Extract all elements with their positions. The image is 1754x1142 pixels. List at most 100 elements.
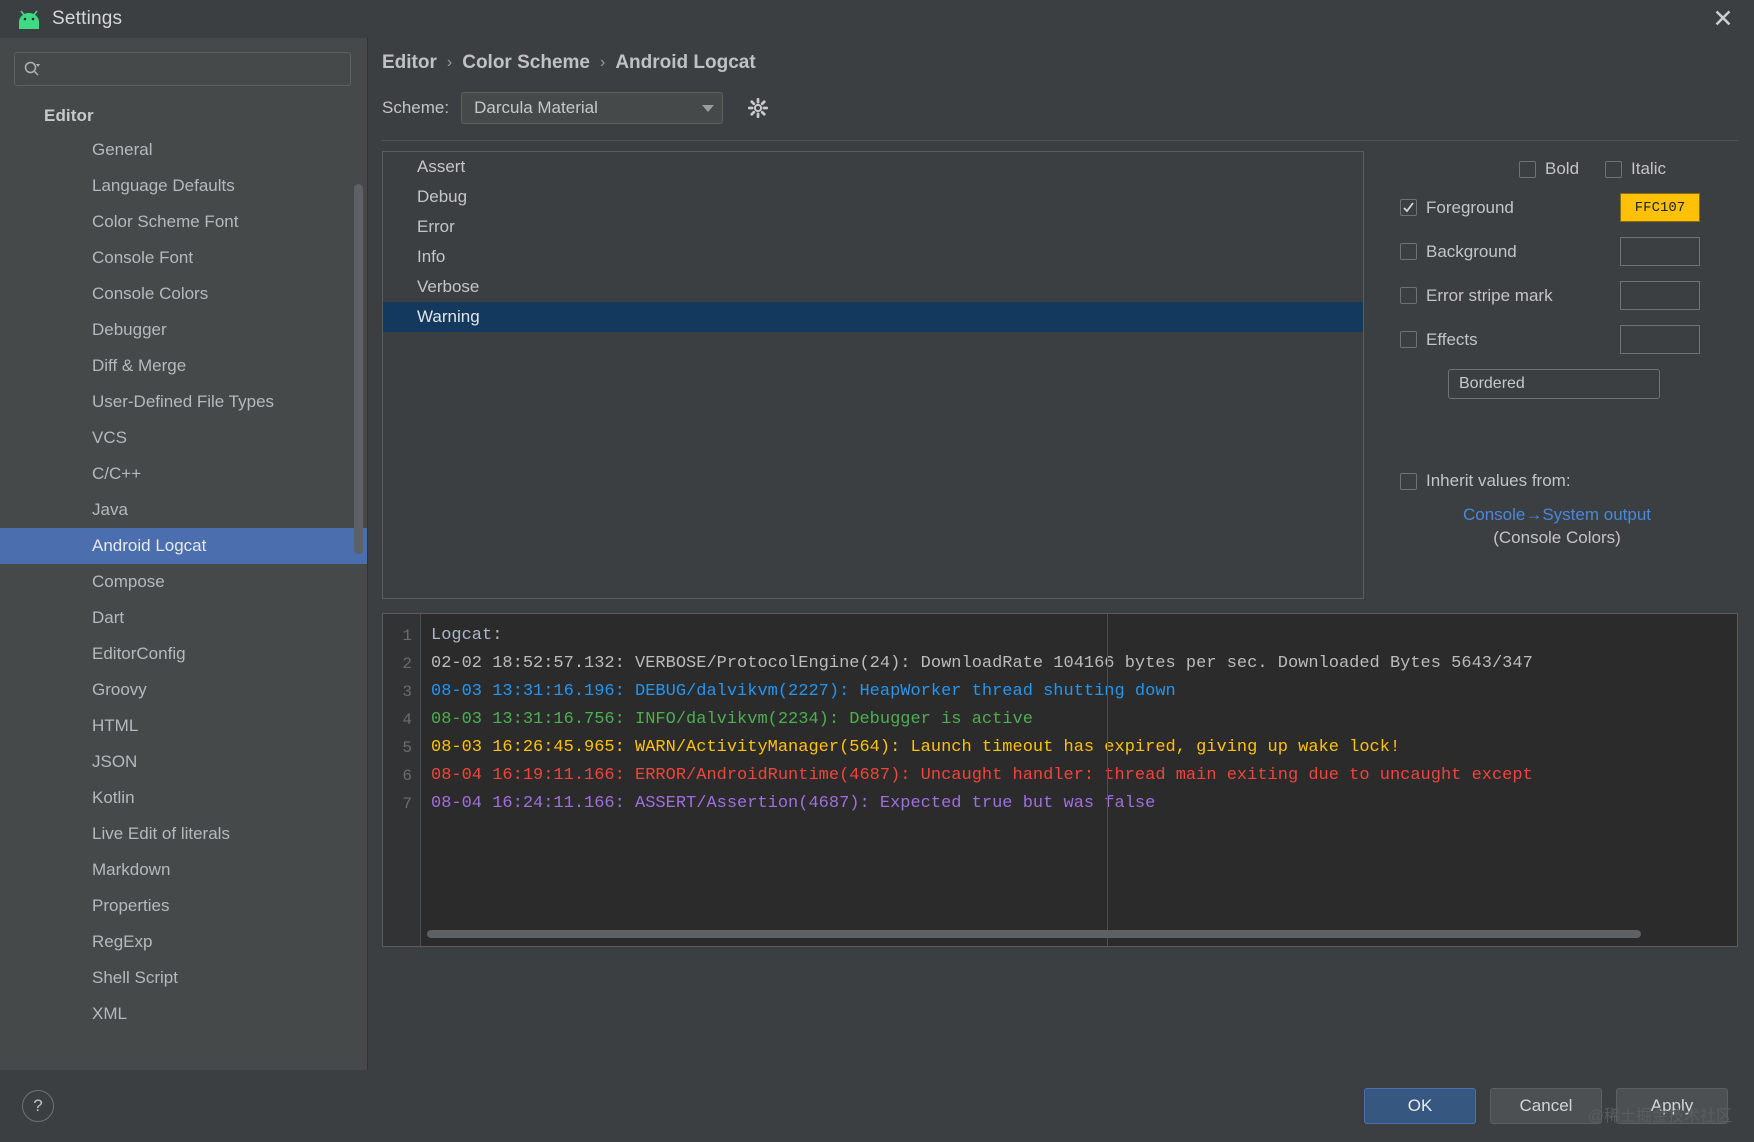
effects-type-wrap: Bordered — [1378, 369, 1716, 399]
effects-checkbox[interactable] — [1400, 331, 1417, 348]
error-stripe-checkbox[interactable] — [1400, 287, 1417, 304]
foreground-checkbox[interactable] — [1400, 199, 1417, 216]
title-bar: Settings ✕ — [0, 0, 1754, 38]
sidebar-item-general[interactable]: General — [0, 132, 367, 168]
inherit-checkbox[interactable] — [1400, 473, 1417, 490]
window-title: Settings — [52, 8, 122, 30]
line-number: 1 — [402, 622, 420, 650]
sidebar-item-dart[interactable]: Dart — [0, 600, 367, 636]
effects-label: Effects — [1426, 330, 1478, 350]
settings-window: Settings ✕ Editor GeneralLanguage Defaul… — [0, 0, 1754, 1142]
attributes-list[interactable]: AssertDebugErrorInfoVerboseWarning — [382, 151, 1364, 599]
effects-row: Effects — [1400, 330, 1606, 350]
attribute-item-warning[interactable]: Warning — [383, 302, 1363, 332]
line-number: 5 — [402, 734, 420, 762]
sidebar-item-console-font[interactable]: Console Font — [0, 240, 367, 276]
italic-label: Italic — [1631, 159, 1666, 179]
preview-line: 02-02 18:52:57.132: VERBOSE/ProtocolEngi… — [431, 650, 1737, 678]
error-stripe-row: Error stripe mark — [1400, 286, 1606, 306]
attribute-item-assert[interactable]: Assert — [383, 152, 1363, 182]
search-input[interactable] — [45, 61, 342, 77]
sidebar-item-xml[interactable]: XML — [0, 996, 367, 1032]
sidebar-item-java[interactable]: Java — [0, 492, 367, 528]
sidebar-item-compose[interactable]: Compose — [0, 564, 367, 600]
sidebar-item-diff-merge[interactable]: Diff & Merge — [0, 348, 367, 384]
background-checkbox[interactable] — [1400, 243, 1417, 260]
effects-type-dropdown[interactable]: Bordered — [1448, 369, 1660, 399]
sidebar-item-debugger[interactable]: Debugger — [0, 312, 367, 348]
sidebar-item-color-scheme-font[interactable]: Color Scheme Font — [0, 204, 367, 240]
scheme-value: Darcula Material — [474, 98, 598, 118]
cancel-button[interactable]: Cancel — [1490, 1088, 1602, 1124]
footer-bar: ? OK Cancel Apply @稀土掘金技术社区 — [0, 1070, 1754, 1142]
chevron-right-icon-1: › — [600, 54, 605, 72]
ok-button[interactable]: OK — [1364, 1088, 1476, 1124]
bold-label: Bold — [1545, 159, 1579, 179]
inherit-source-subtitle: (Console Colors) — [1398, 528, 1716, 548]
gear-icon[interactable] — [745, 95, 771, 121]
sidebar-item-live-edit-of-literals[interactable]: Live Edit of literals — [0, 816, 367, 852]
breadcrumb-item-0[interactable]: Editor — [382, 52, 437, 74]
sidebar-item-regexp[interactable]: RegExp — [0, 924, 367, 960]
background-row: Background — [1400, 242, 1606, 262]
inherit-source-link[interactable]: Console→System output — [1398, 505, 1716, 525]
sidebar-item-user-defined-file-types[interactable]: User-Defined File Types — [0, 384, 367, 420]
attributes-panel: Bold Italic — [1364, 151, 1738, 599]
chevron-right-icon-0: › — [447, 54, 452, 72]
sidebar: Editor GeneralLanguage DefaultsColor Sch… — [0, 38, 368, 1070]
scheme-row: Scheme: Darcula Material — [368, 74, 1754, 124]
sidebar-scrollbar[interactable] — [354, 184, 363, 554]
foreground-label: Foreground — [1426, 198, 1514, 218]
bold-checkbox[interactable] — [1519, 161, 1536, 178]
sidebar-item-html[interactable]: HTML — [0, 708, 367, 744]
attribute-item-error[interactable]: Error — [383, 212, 1363, 242]
preview-line: Logcat: — [431, 622, 1737, 650]
error-stripe-color-swatch[interactable] — [1620, 281, 1700, 310]
attribute-item-verbose[interactable]: Verbose — [383, 272, 1363, 302]
search-box[interactable] — [14, 52, 351, 86]
attribute-item-info[interactable]: Info — [383, 242, 1363, 272]
scheme-label: Scheme: — [382, 98, 449, 118]
help-icon[interactable]: ? — [22, 1090, 54, 1122]
background-color-swatch[interactable] — [1620, 237, 1700, 266]
foreground-color-swatch[interactable]: FFC107 — [1620, 193, 1700, 222]
sidebar-item-shell-script[interactable]: Shell Script — [0, 960, 367, 996]
line-number: 6 — [402, 762, 420, 790]
settings-tree: Editor GeneralLanguage DefaultsColor Sch… — [0, 96, 367, 1070]
attribute-item-debug[interactable]: Debug — [383, 182, 1363, 212]
sidebar-item-markdown[interactable]: Markdown — [0, 852, 367, 888]
error-stripe-label: Error stripe mark — [1426, 286, 1553, 306]
scheme-dropdown[interactable]: Darcula Material — [461, 92, 723, 124]
apply-button[interactable]: Apply — [1616, 1088, 1728, 1124]
background-label: Background — [1426, 242, 1517, 262]
sidebar-item-android-logcat[interactable]: Android Logcat — [0, 528, 367, 564]
sidebar-item-c-c[interactable]: C/C++ — [0, 456, 367, 492]
line-number: 7 — [402, 790, 420, 818]
breadcrumb-item-2: Android Logcat — [615, 52, 755, 74]
effects-color-swatch[interactable] — [1620, 325, 1700, 354]
footer-buttons: OK Cancel Apply — [1364, 1088, 1728, 1124]
sidebar-item-properties[interactable]: Properties — [0, 888, 367, 924]
sidebar-item-groovy[interactable]: Groovy — [0, 672, 367, 708]
preview-line: 08-03 16:26:45.965: WARN/ActivityManager… — [431, 734, 1737, 762]
italic-row: Italic — [1605, 159, 1666, 179]
color-attributes-grid: Foreground FFC107 Background — [1378, 193, 1716, 354]
close-icon[interactable]: ✕ — [1706, 4, 1740, 34]
sidebar-item-console-colors[interactable]: Console Colors — [0, 276, 367, 312]
preview-editor[interactable]: 1234567 Logcat:02-02 18:52:57.132: VERBO… — [382, 613, 1738, 947]
chevron-down-icon — [702, 105, 714, 112]
breadcrumb-item-1[interactable]: Color Scheme — [462, 52, 590, 74]
sidebar-item-language-defaults[interactable]: Language Defaults — [0, 168, 367, 204]
sidebar-item-json[interactable]: JSON — [0, 744, 367, 780]
content-panel: Editor › Color Scheme › Android Logcat S… — [368, 38, 1754, 1070]
italic-checkbox[interactable] — [1605, 161, 1622, 178]
preview-horizontal-scrollbar[interactable] — [427, 930, 1641, 938]
inherit-source-wrap: Console→System output (Console Colors) — [1378, 505, 1716, 548]
sidebar-item-vcs[interactable]: VCS — [0, 420, 367, 456]
sidebar-item-editorconfig[interactable]: EditorConfig — [0, 636, 367, 672]
sidebar-root-editor[interactable]: Editor — [0, 100, 367, 132]
line-number: 4 — [402, 706, 420, 734]
preview-line: 08-03 13:31:16.756: INFO/dalvikvm(2234):… — [431, 706, 1737, 734]
sidebar-search-wrap — [0, 38, 367, 96]
sidebar-item-kotlin[interactable]: Kotlin — [0, 780, 367, 816]
